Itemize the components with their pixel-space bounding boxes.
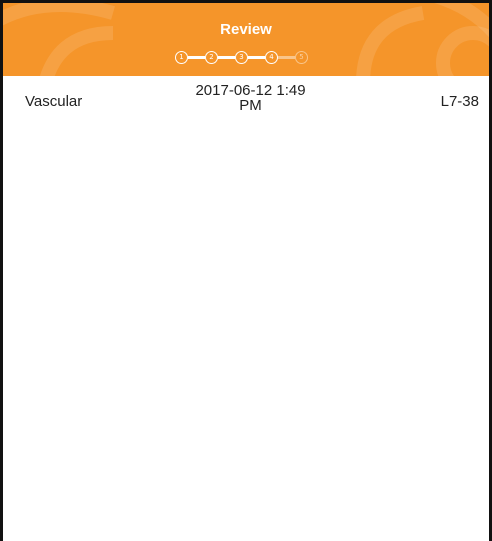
app-window: Review 1 2 3 4 5 Vascular 2017-06-12 1:4… [0,0,492,541]
progress-stepper: 1 2 3 4 5 [175,50,308,64]
step-connector [248,55,265,59]
probe-name: L7-38 [440,93,479,110]
step-4[interactable]: 4 [265,50,278,64]
step-5[interactable]: 5 [295,50,308,64]
header-decoration [3,3,489,76]
exam-summary-row: Vascular 2017-06-12 1:49 PM L7-38 [3,83,489,123]
step-connector [218,55,235,59]
exam-type: Vascular [25,93,83,110]
page-title: Review [220,21,272,38]
step-3[interactable]: 3 [235,50,248,64]
exam-date: 2017-06-12 1:49 PM [195,82,306,114]
header-bar: Review 1 2 3 4 5 [3,3,489,76]
step-2[interactable]: 2 [205,50,218,64]
step-connector [278,55,295,59]
step-1[interactable]: 1 [175,50,188,64]
step-connector [188,55,205,59]
